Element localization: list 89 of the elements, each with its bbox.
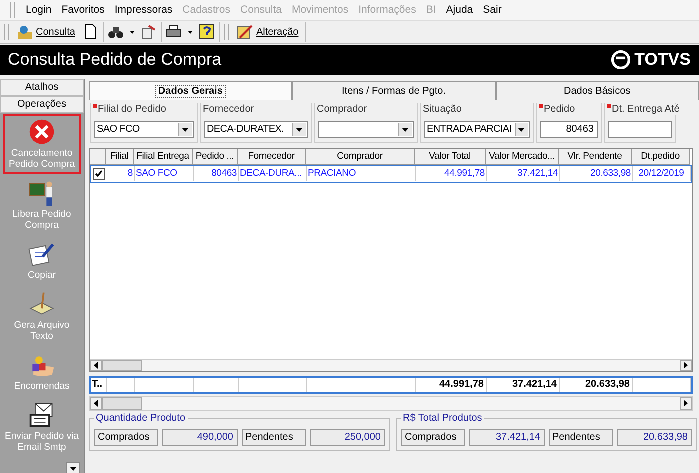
scroll-left-button[interactable]	[90, 360, 102, 371]
column-header	[90, 149, 106, 165]
column-header[interactable]: Filial Entrega	[134, 149, 193, 165]
field-label: Situação	[423, 104, 462, 115]
tab[interactable]: Dados Básicos	[496, 81, 699, 100]
value-field: 250,000	[310, 429, 385, 446]
field-label: Comprador	[317, 104, 368, 115]
caret-icon[interactable]	[130, 30, 136, 34]
menu-item[interactable]: Sair	[478, 4, 507, 16]
total-cell: 20.633,98	[560, 378, 633, 392]
required-mark	[93, 104, 97, 108]
table-cell: 37.421,14	[487, 166, 560, 181]
menu-item[interactable]: Login	[21, 4, 57, 16]
logo-icon	[610, 50, 631, 70]
scroll-right-button[interactable]	[680, 360, 692, 371]
total-cell: 44.991,78	[416, 378, 487, 392]
scroll-down-button[interactable]	[66, 462, 80, 473]
pencil-icon	[237, 24, 254, 40]
column-header[interactable]: Pedido ...	[193, 149, 238, 165]
field-label: Fornecedor	[203, 104, 254, 115]
value-field: 20.633,98	[616, 429, 692, 446]
value-field: 37.421,14	[469, 429, 544, 446]
dropdown-arrow-icon[interactable]	[402, 128, 409, 132]
logo-text: TOTVS	[634, 50, 691, 70]
edit-button[interactable]: Alteração	[235, 24, 301, 40]
window-title: Consulta Pedido de Compra	[8, 50, 222, 70]
field-label: Filial do Pedido	[98, 104, 166, 115]
group-title: R$ Total Produtos	[401, 413, 484, 424]
value-field: 490,000	[162, 429, 238, 446]
field-label: Pendentes	[548, 429, 612, 446]
new-document-icon[interactable]	[83, 24, 100, 40]
total-cell: T..	[91, 378, 107, 392]
menu-item[interactable]: Impressoras	[110, 4, 178, 16]
tab[interactable]: Itens / Formas de Pgto.	[292, 81, 496, 100]
table-cell: 80463	[194, 166, 239, 181]
dropdown[interactable]: SAO FCO	[94, 121, 194, 138]
printer-icon[interactable]	[166, 24, 182, 40]
dropdown[interactable]: ENTRADA PARCIAI	[424, 121, 530, 138]
field-label: Pedido	[544, 104, 576, 115]
scrollbar-thumb[interactable]	[102, 360, 142, 371]
scroll-left-button[interactable]	[90, 397, 102, 410]
help-icon[interactable]	[199, 24, 216, 40]
group-title: Quantidade Produto	[94, 413, 188, 424]
left-arrow-icon[interactable]	[94, 400, 98, 407]
cancel-icon	[28, 118, 56, 146]
scroll-right-button[interactable]	[680, 397, 692, 410]
column-header[interactable]: Comprador	[306, 149, 415, 165]
dropdown[interactable]: DECA-DURATEX.	[204, 121, 308, 138]
scrollbar-thumb[interactable]	[102, 397, 142, 410]
table-cell: 8	[107, 166, 135, 181]
dropdown-arrow-icon[interactable]	[296, 128, 303, 132]
field-label: Comprados	[401, 429, 465, 446]
sidebar-header[interactable]: Atalhos	[0, 79, 84, 96]
required-mark	[539, 104, 543, 108]
menu-item[interactable]: Favoritos	[56, 4, 110, 16]
field-label: Comprados	[94, 429, 158, 446]
left-arrow-icon[interactable]	[94, 362, 98, 369]
consult-button[interactable]: Consulta	[15, 24, 78, 40]
dropdown-arrow-icon[interactable]	[182, 128, 189, 132]
column-header[interactable]: Valor Total	[415, 149, 486, 165]
column-header[interactable]: Fornecedor	[238, 149, 306, 165]
field-label: Dt. Entrega Até	[612, 104, 680, 115]
input-field[interactable]: 80463	[540, 121, 598, 138]
caret-icon[interactable]	[188, 30, 194, 34]
right-arrow-icon[interactable]	[684, 362, 688, 369]
checkbox[interactable]	[93, 168, 105, 180]
right-arrow-icon[interactable]	[684, 400, 688, 407]
sidebar-header[interactable]: Operações	[0, 96, 84, 113]
dropdown-arrow-icon[interactable]	[518, 128, 526, 132]
column-header[interactable]: Filial	[106, 149, 134, 165]
table-cell: SAO FCO	[135, 166, 194, 181]
column-header[interactable]: Valor Mercado...	[486, 149, 559, 165]
column-header[interactable]: Dt.pedido	[632, 149, 690, 165]
table-cell: PRACIANO	[307, 166, 416, 181]
table-cell: 20.633,98	[560, 166, 633, 181]
tab[interactable]: Dados Gerais	[89, 81, 292, 100]
column-header[interactable]: Vlr. Pendente	[559, 149, 632, 165]
table-cell: 20/12/2019	[633, 166, 691, 181]
field-label: Pendentes	[242, 429, 306, 446]
input-field[interactable]	[608, 121, 672, 138]
table-cell: 44.991,78	[416, 166, 487, 181]
menu-item[interactable]: Ajuda	[441, 4, 478, 16]
total-cell: 37.421,14	[487, 378, 560, 392]
binoculars-icon[interactable]	[108, 24, 124, 40]
table-row[interactable]: 8 SAO FCO 80463 DECA-DURA... PRACIANO 44.991,78 37.421,14 20.633,98 20/12/2019	[90, 165, 692, 183]
required-mark	[607, 104, 611, 108]
table-cell: DECA-DURA...	[239, 166, 307, 181]
down-arrow-icon[interactable]	[70, 466, 76, 470]
folder-globe-icon	[17, 24, 33, 40]
